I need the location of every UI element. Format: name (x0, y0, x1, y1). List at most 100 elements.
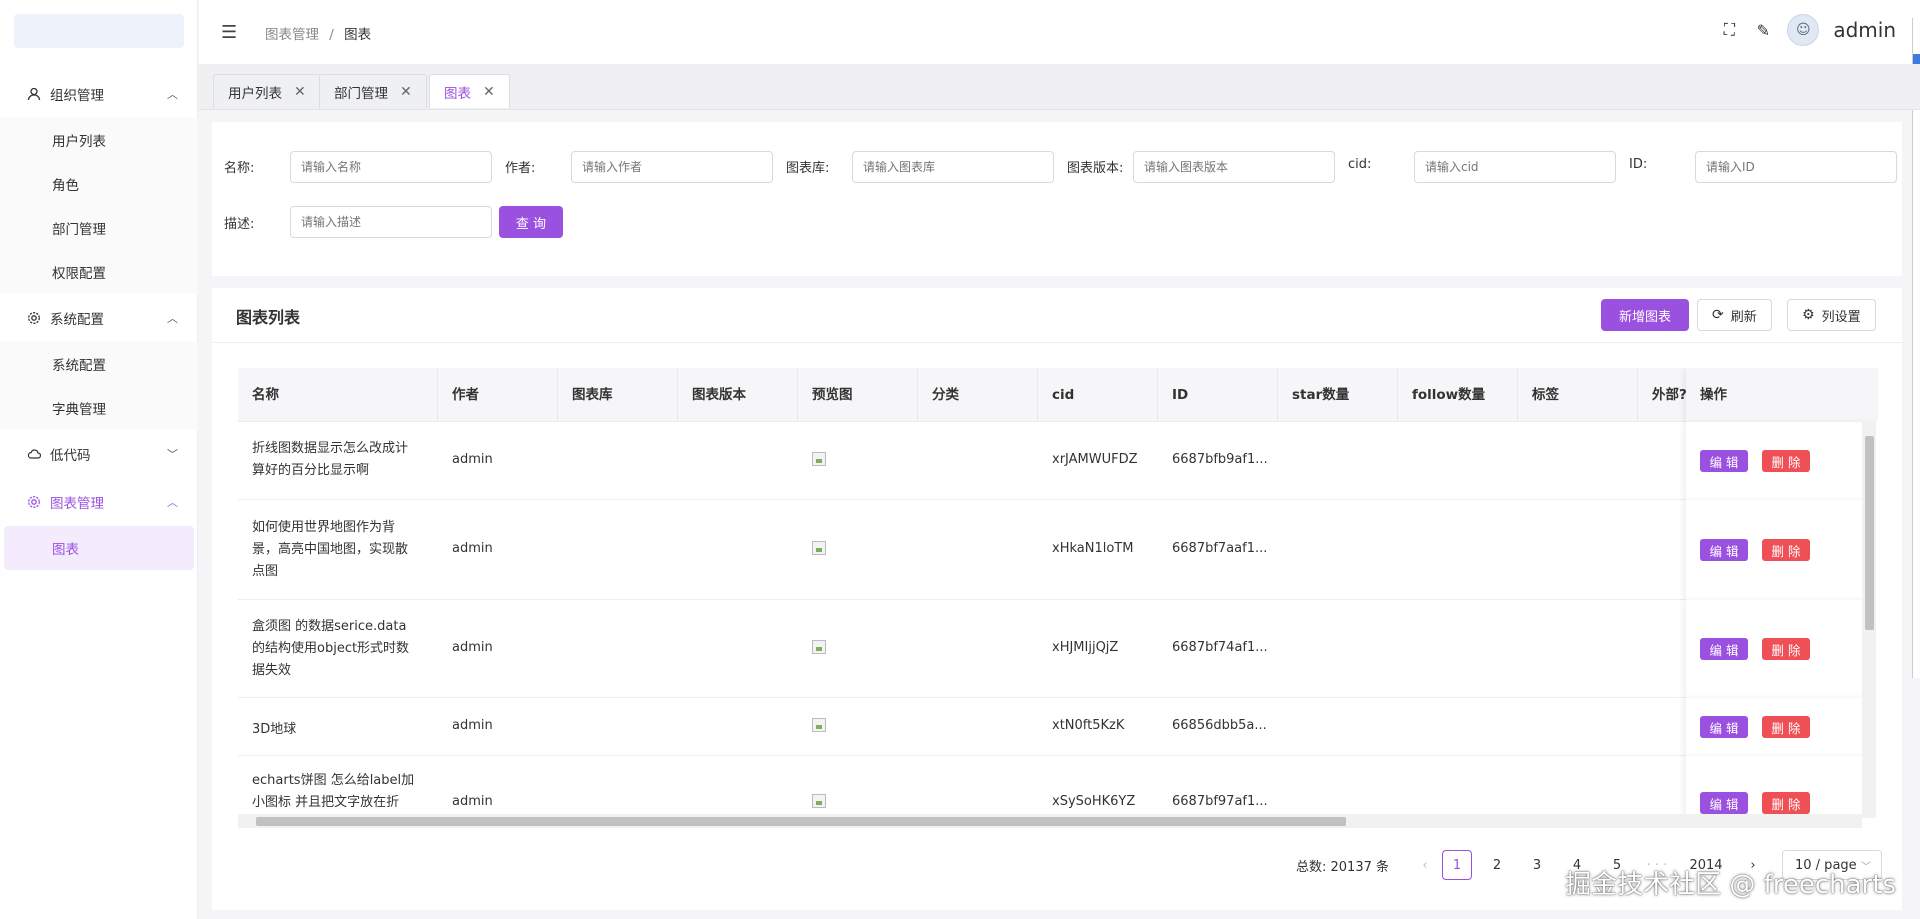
edit-button[interactable]: 编 辑 (1700, 450, 1748, 472)
version-input[interactable] (1133, 151, 1335, 183)
table-row: 折线图数据显示怎么改成计算好的百分比显示啊 admin xrJAMWUFDZ 6… (238, 422, 1878, 500)
cell-name: 如何使用世界地图作为背景，高亮中国地图，实现散点图 (252, 520, 409, 579)
sidebar-group-label: 低代码 (50, 448, 91, 464)
cell-id: 66856dbb5a... (1172, 718, 1267, 733)
cell-cid: xSySoHK6YZ (1052, 794, 1136, 809)
scrollbar-thumb[interactable] (1865, 436, 1874, 630)
sidebar: 组织管理 ︿ 用户列表 角色 部门管理 权限配置 系统配置 ︿ 系统配置 字典管… (0, 0, 198, 919)
delete-button[interactable]: 删 除 (1762, 638, 1810, 660)
gear-icon: ⚙ (1802, 307, 1815, 323)
edit-button[interactable]: 编 辑 (1700, 716, 1748, 738)
tab-label: 用户列表 (228, 85, 282, 102)
sidebar-group-lowcode[interactable]: 低代码 ﹀ (0, 430, 198, 478)
id-label: ID: (1629, 157, 1648, 172)
col-actions: 操作 (1686, 368, 1878, 422)
sidebar-item-user-list[interactable]: 用户列表 (0, 118, 198, 162)
library-input[interactable] (852, 151, 1054, 183)
broken-image-icon (812, 541, 826, 555)
breadcrumb-separator: / (329, 27, 334, 43)
description-label: 描述: (224, 217, 255, 232)
tab-dept[interactable]: 部门管理 ✕ (319, 74, 427, 108)
description-input[interactable] (290, 206, 492, 238)
cell-name: echarts饼图 怎么给label加小图标 并且把文字放在折 (252, 773, 415, 810)
author-label: 作者: (505, 161, 536, 176)
menu-fold-icon[interactable]: ☰ (221, 22, 237, 43)
cell-preview (798, 718, 826, 732)
breadcrumb-item[interactable]: 图表管理 (265, 27, 319, 43)
vertical-scrollbar[interactable] (1862, 422, 1876, 818)
name-input[interactable] (290, 151, 492, 183)
theme-brush-icon[interactable]: ✎ (1753, 20, 1773, 40)
cell-cid: xrJAMWUFDZ (1052, 452, 1138, 467)
col-star: star数量 (1278, 368, 1398, 422)
broken-image-icon (812, 640, 826, 654)
tab-label: 图表 (444, 85, 471, 102)
cell-name: 折线图数据显示怎么改成计算好的百分比显示啊 (252, 441, 409, 478)
tab-user-list[interactable]: 用户列表 ✕ (213, 74, 321, 108)
delete-button[interactable]: 删 除 (1762, 716, 1810, 738)
add-chart-button[interactable]: 新增图表 (1601, 299, 1689, 331)
col-author: 作者 (438, 368, 558, 422)
search-form: 名称: 作者: 图表库: 图表版本: cid: ID: 描述: 查 询 (212, 122, 1902, 276)
avatar[interactable]: ☺ (1787, 14, 1820, 46)
page-2[interactable]: 2 (1482, 850, 1512, 880)
cell-cid: xHJMIjjQjZ (1052, 640, 1119, 655)
horizontal-scrollbar[interactable] (238, 814, 1862, 828)
edit-button[interactable]: 编 辑 (1700, 638, 1748, 660)
col-id: ID (1158, 368, 1278, 422)
col-version: 图表版本 (678, 368, 798, 422)
cid-input[interactable] (1414, 151, 1616, 183)
page-1[interactable]: 1 (1442, 850, 1472, 880)
col-follow: follow数量 (1398, 368, 1518, 422)
prev-page-button[interactable]: ‹ (1410, 850, 1440, 880)
refresh-button[interactable]: ⟳ 刷新 (1697, 299, 1772, 331)
scrollbar-thumb[interactable] (256, 817, 1346, 826)
close-icon[interactable]: ✕ (294, 84, 306, 100)
tab-label: 部门管理 (334, 85, 388, 102)
delete-button[interactable]: 删 除 (1762, 450, 1810, 472)
query-button[interactable]: 查 询 (499, 206, 563, 238)
close-icon[interactable]: ✕ (400, 84, 412, 100)
sidebar-item-system-config[interactable]: 系统配置 (0, 342, 198, 386)
sidebar-item-permission[interactable]: 权限配置 (0, 250, 198, 294)
edit-button[interactable]: 编 辑 (1700, 539, 1748, 561)
sidebar-group-system[interactable]: 系统配置 ︿ (0, 294, 198, 342)
col-category: 分类 (918, 368, 1038, 422)
sidebar-group-chart[interactable]: 图表管理 ︿ (0, 478, 198, 526)
author-input[interactable] (571, 151, 773, 183)
cell-author: admin (452, 541, 493, 556)
delete-button[interactable]: 删 除 (1762, 539, 1810, 561)
refresh-icon: ⟳ (1712, 307, 1724, 323)
delete-button[interactable]: 删 除 (1762, 792, 1810, 814)
chevron-up-icon: ︿ (167, 496, 178, 509)
col-preview: 预览图 (798, 368, 918, 422)
column-settings-button[interactable]: ⚙ 列设置 (1787, 299, 1876, 331)
sidebar-group-label: 系统配置 (50, 312, 104, 328)
tab-chart[interactable]: 图表 ✕ (429, 74, 510, 108)
sidebar-item-dictionary[interactable]: 字典管理 (0, 386, 198, 430)
id-input[interactable] (1695, 151, 1897, 183)
sidebar-item-dept[interactable]: 部门管理 (0, 206, 198, 250)
column-settings-label: 列设置 (1821, 309, 1861, 325)
chevron-down-icon: ﹀ (167, 448, 178, 461)
fullscreen-icon[interactable]: ⛶ (1719, 20, 1739, 40)
top-header: ☰ 图表管理 / 图表 ⛶ ✎ ☺ admin (199, 0, 1920, 64)
broken-image-icon (812, 794, 826, 808)
username[interactable]: admin (1833, 18, 1896, 42)
cell-name: 盒须图 的数据serice.data的结构使用object形式时数据失效 (252, 619, 410, 678)
sidebar-item-role[interactable]: 角色 (0, 162, 198, 206)
sidebar-group-org[interactable]: 组织管理 ︿ (0, 70, 198, 118)
gear-icon (26, 310, 42, 326)
library-label: 图表库: (786, 161, 830, 176)
cell-id: 6687bfb9af1... (1172, 452, 1268, 467)
gear-icon (26, 494, 42, 510)
col-name: 名称 (238, 368, 438, 422)
sidebar-item-chart[interactable]: 图表 (4, 526, 194, 570)
edit-button[interactable]: 编 辑 (1700, 792, 1748, 814)
cloud-icon (26, 446, 42, 462)
breadcrumb: 图表管理 / 图表 (265, 23, 371, 43)
card-title: 图表列表 (236, 308, 301, 327)
page-3[interactable]: 3 (1522, 850, 1552, 880)
cell-cid: xtN0ft5KzK (1052, 718, 1125, 733)
close-icon[interactable]: ✕ (483, 84, 495, 100)
